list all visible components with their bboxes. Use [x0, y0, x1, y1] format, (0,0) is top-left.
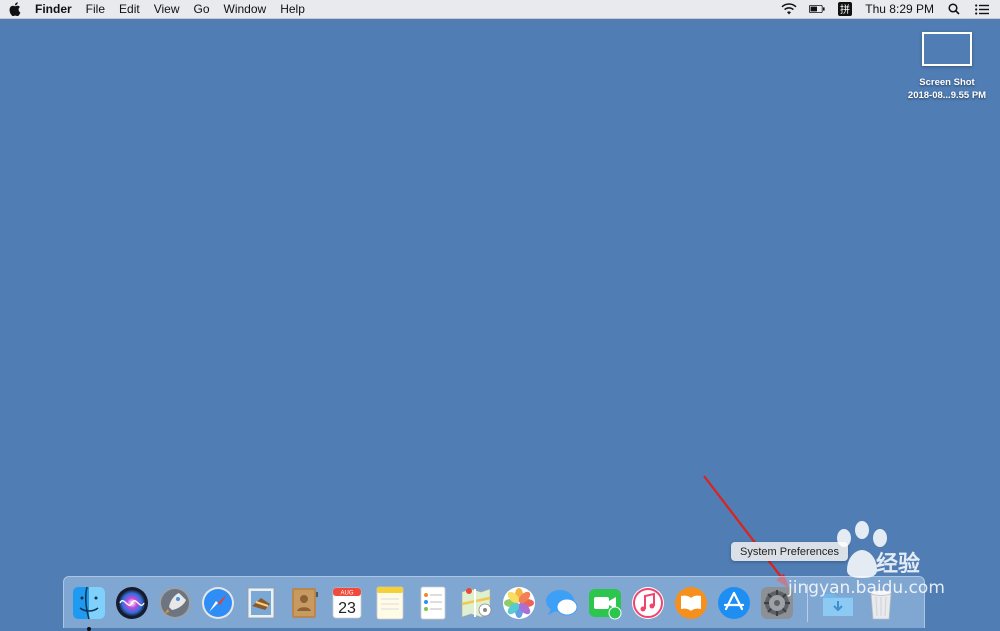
photos-icon	[503, 586, 535, 619]
running-indicator	[87, 626, 91, 631]
battery-icon[interactable]	[809, 2, 825, 16]
ibooks-icon	[675, 586, 707, 619]
dock-tooltip: System Preferences	[731, 542, 849, 561]
calendar-icon: AUG 23	[332, 587, 362, 618]
app-store-icon	[718, 586, 750, 619]
desktop-file-screenshot[interactable]: Screen Shot 2018-08...9.55 PM	[897, 32, 997, 102]
facetime-icon	[589, 588, 622, 619]
dock-app-photos[interactable]	[500, 584, 538, 622]
maps-icon	[461, 587, 492, 617]
messages-icon	[546, 589, 578, 615]
menu-clock[interactable]: Thu 8:29 PM	[865, 2, 934, 16]
dock-app-contacts[interactable]	[285, 584, 323, 622]
menu-edit[interactable]: Edit	[112, 0, 147, 18]
menu-view[interactable]: View	[147, 0, 187, 18]
svg-text:23: 23	[338, 600, 356, 617]
downloads-folder-icon	[823, 593, 853, 616]
dock-app-messages[interactable]	[543, 584, 581, 622]
trash-icon	[870, 589, 892, 619]
dock-app-itunes[interactable]	[629, 584, 667, 622]
dock-app-safari[interactable]	[199, 584, 237, 622]
screenshot-thumbnail-icon	[922, 32, 972, 66]
menu-bar: Finder File Edit View Go Window Help 拼 T…	[0, 0, 1000, 19]
apple-menu-icon[interactable]	[8, 2, 22, 16]
dock-app-siri[interactable]	[113, 584, 151, 622]
dock-app-app-store[interactable]	[715, 584, 753, 622]
dock-app-finder[interactable]	[70, 584, 108, 631]
itunes-icon	[632, 586, 664, 619]
safari-icon	[202, 586, 234, 619]
dock-app-launchpad[interactable]	[156, 584, 194, 622]
dock-tooltip-label: System Preferences	[740, 545, 840, 558]
menu-app-name[interactable]: Finder	[28, 0, 79, 18]
desktop-file-label-line1: Screen Shot	[919, 77, 975, 88]
siri-icon	[116, 586, 148, 619]
watermark-cn-text: 经验	[876, 551, 921, 576]
annotation-arrow	[703, 475, 789, 588]
finder-icon	[73, 586, 105, 619]
menu-file[interactable]: File	[79, 0, 112, 18]
dock-app-maps[interactable]	[457, 584, 495, 622]
system-preferences-icon	[761, 586, 793, 619]
mail-icon	[247, 587, 275, 618]
svg-text:拼: 拼	[840, 3, 850, 16]
notification-center-icon[interactable]	[974, 2, 990, 16]
dock-app-facetime[interactable]	[586, 584, 624, 622]
dock-app-calendar[interactable]: AUG 23	[328, 584, 366, 622]
dock-app-system-preferences[interactable]	[758, 584, 796, 622]
contacts-icon	[292, 587, 318, 618]
menu-help[interactable]: Help	[273, 0, 312, 18]
menu-go[interactable]: Go	[187, 0, 217, 18]
launchpad-icon	[159, 586, 191, 619]
spotlight-search-icon[interactable]	[946, 2, 962, 16]
dock-separator	[807, 583, 808, 622]
dock-app-reminders[interactable]	[414, 584, 452, 622]
svg-text:AUG: AUG	[340, 590, 353, 596]
dock-app-ibooks[interactable]	[672, 584, 710, 622]
input-source-icon[interactable]: 拼	[837, 2, 853, 16]
desktop-file-label-line2: 2018-08...9.55 PM	[907, 90, 987, 101]
dock: AUG 23	[63, 576, 925, 631]
dock-app-notes[interactable]	[371, 584, 409, 622]
dock-folder-downloads[interactable]	[819, 584, 857, 622]
menu-window[interactable]: Window	[217, 0, 274, 18]
notes-icon	[376, 586, 404, 619]
wifi-icon[interactable]	[781, 2, 797, 16]
dock-app-mail[interactable]	[242, 584, 280, 622]
reminders-icon	[420, 586, 446, 619]
dock-trash[interactable]	[862, 584, 900, 622]
